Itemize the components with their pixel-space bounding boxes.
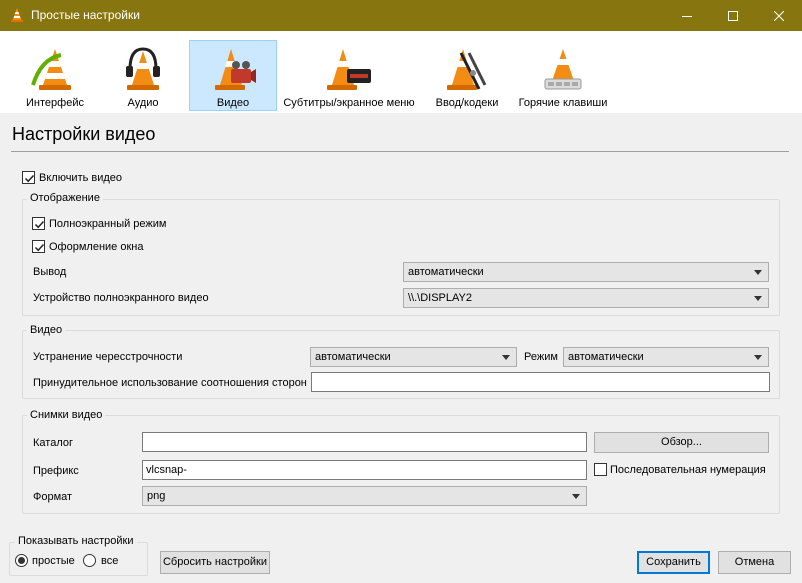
show-settings-group: [9, 542, 148, 576]
prefix-label: Префикс: [33, 465, 79, 477]
tab-label: Горячие клавиши: [518, 97, 608, 109]
deinterlace-mode-value: автоматически: [568, 351, 644, 363]
divider: [11, 151, 789, 152]
all-settings-label: все: [101, 555, 119, 567]
check-icon: [24, 174, 35, 183]
simple-settings-radio[interactable]: [15, 554, 28, 567]
vlc-cone-icon: [9, 7, 25, 26]
output-select[interactable]: автоматически: [403, 262, 769, 282]
format-value: png: [147, 490, 166, 502]
codecs-cone-icon: [447, 49, 487, 90]
simple-settings-label: простые: [32, 555, 75, 567]
tab-subtitles[interactable]: Субтитры/экранное меню: [281, 40, 417, 111]
tab-hotkeys[interactable]: Горячие клавиши: [514, 40, 612, 111]
minimize-icon: [682, 15, 692, 17]
tab-input-codecs[interactable]: Ввод/кодеки: [424, 40, 510, 111]
chevron-down-icon: [754, 296, 762, 301]
format-label: Формат: [33, 491, 73, 503]
format-select[interactable]: png: [142, 486, 587, 506]
page-title: Настройки видео: [12, 124, 156, 144]
check-icon: [34, 220, 45, 229]
save-button[interactable]: Сохранить: [637, 551, 710, 574]
enable-video-label: Включить видео: [39, 172, 123, 184]
prefix-input[interactable]: vlcsnap-: [142, 460, 587, 480]
deinterlace-select[interactable]: автоматически: [310, 347, 517, 367]
close-icon: [774, 10, 784, 21]
tab-label: Субтитры/экранное меню: [283, 97, 415, 109]
cancel-button[interactable]: Отмена: [718, 551, 791, 574]
radio-dot: [18, 557, 25, 564]
maximize-button[interactable]: [710, 0, 756, 31]
deinterlace-value: автоматически: [315, 351, 391, 363]
enable-video-checkbox[interactable]: [22, 171, 35, 184]
reset-settings-button[interactable]: Сбросить настройки: [160, 551, 270, 574]
tab-label: Ввод/кодеки: [435, 97, 499, 109]
tab-video[interactable]: Видео: [189, 40, 277, 111]
minimize-button[interactable]: [664, 0, 710, 31]
deinterlace-mode-label: Режим: [524, 351, 558, 363]
window-title: Простые настройки: [31, 8, 140, 22]
subtitles-cone-icon: [327, 49, 371, 90]
window-decorations-label: Оформление окна: [49, 241, 144, 253]
headphones-cone-icon: [126, 47, 160, 90]
check-icon: [34, 243, 45, 252]
chevron-down-icon: [572, 494, 580, 499]
close-button[interactable]: [756, 0, 802, 31]
chevron-down-icon: [754, 270, 762, 275]
category-toolbar: Интерфейс Аудио Видео Субтитры/экранное …: [0, 31, 802, 113]
deinterlace-mode-select[interactable]: автоматически: [563, 347, 769, 367]
tab-label: Видео: [216, 97, 250, 109]
fullscreen-label: Полноэкранный режим: [49, 218, 167, 230]
video-group-title: Видео: [27, 324, 66, 336]
browse-button[interactable]: Обзор...: [594, 432, 769, 453]
output-label: Вывод: [33, 266, 67, 278]
window-decorations-checkbox[interactable]: [32, 240, 45, 253]
video-cone-icon: [215, 49, 256, 90]
display-group-title: Отображение: [27, 192, 103, 204]
fullscreen-device-label: Устройство полноэкранного видео: [33, 292, 209, 304]
fullscreen-checkbox[interactable]: [32, 217, 45, 230]
snapshots-group-title: Снимки видео: [27, 409, 106, 421]
maximize-icon: [728, 10, 738, 21]
tab-label: Интерфейс: [26, 97, 84, 109]
tab-label: Аудио: [127, 97, 159, 109]
fullscreen-device-select[interactable]: \\.\DISPLAY2: [403, 288, 769, 308]
title-bar[interactable]: Простые настройки: [0, 0, 802, 31]
interface-cone-icon: [31, 49, 71, 90]
sequential-numbering-checkbox[interactable]: [594, 463, 607, 476]
fullscreen-device-value: \\.\DISPLAY2: [408, 292, 472, 304]
hotkeys-cone-icon: [544, 49, 582, 90]
show-settings-title: Показывать настройки: [15, 535, 137, 547]
chevron-down-icon: [502, 355, 510, 360]
tab-interface[interactable]: Интерфейс: [14, 40, 96, 111]
deinterlace-label: Устранение чересстрочности: [33, 351, 183, 363]
sequential-numbering-label: Последовательная нумерация: [610, 464, 766, 476]
directory-label: Каталог: [33, 437, 73, 449]
tab-audio[interactable]: Аудио: [101, 40, 185, 111]
directory-input[interactable]: [142, 432, 587, 452]
chevron-down-icon: [754, 355, 762, 360]
aspect-ratio-input[interactable]: [311, 372, 770, 392]
aspect-ratio-label: Принудительное использование соотношения…: [33, 377, 307, 389]
all-settings-radio[interactable]: [83, 554, 96, 567]
output-value: автоматически: [408, 266, 484, 278]
